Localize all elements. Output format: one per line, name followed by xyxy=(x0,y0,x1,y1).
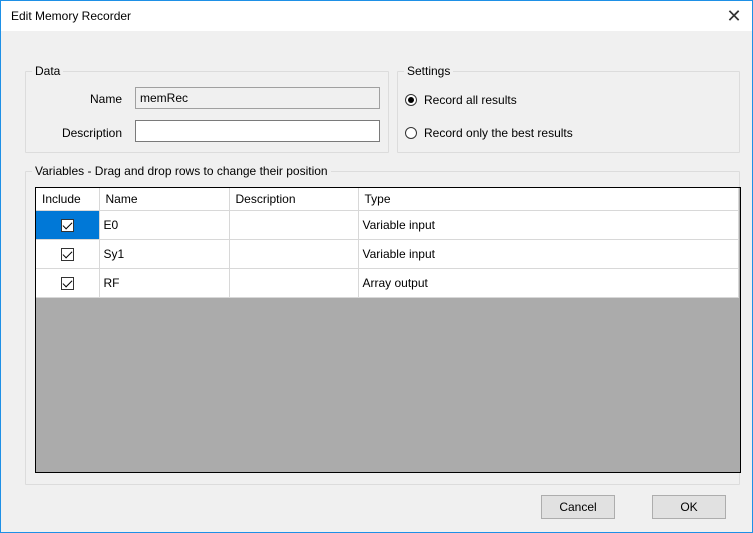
radio-record-best[interactable]: Record only the best results xyxy=(405,126,573,140)
settings-group: Settings xyxy=(397,64,740,153)
include-cell[interactable] xyxy=(36,210,100,240)
type-cell[interactable]: Variable input xyxy=(358,239,739,269)
column-header-description[interactable]: Description xyxy=(229,188,359,211)
variables-group-legend: Variables - Drag and drop rows to change… xyxy=(32,164,331,178)
radio-button-unselected[interactable] xyxy=(405,127,417,139)
cancel-button[interactable]: Cancel xyxy=(541,495,615,519)
checkbox-checked-icon[interactable] xyxy=(60,277,74,291)
title-bar: Edit Memory Recorder ✕ xyxy=(1,1,752,31)
include-cell[interactable] xyxy=(36,268,100,298)
radio-record-all[interactable]: Record all results xyxy=(405,93,517,107)
description-cell[interactable] xyxy=(229,239,359,269)
close-icon: ✕ xyxy=(726,5,742,26)
table-row[interactable]: Sy1 Variable input xyxy=(36,239,739,269)
settings-group-legend: Settings xyxy=(404,64,454,78)
checkbox-checked-icon[interactable] xyxy=(60,219,74,233)
variables-table: Include Name Description Type E0 Variabl… xyxy=(36,188,739,298)
variables-grid[interactable]: Include Name Description Type E0 Variabl… xyxy=(35,187,741,473)
name-field[interactable] xyxy=(135,87,380,109)
window-title: Edit Memory Recorder xyxy=(11,9,132,23)
column-header-include[interactable]: Include xyxy=(36,188,100,211)
table-row[interactable]: RF Array output xyxy=(36,268,739,298)
radio-button-selected[interactable] xyxy=(405,94,417,106)
type-cell[interactable]: Array output xyxy=(358,268,739,298)
name-cell[interactable]: RF xyxy=(99,268,230,298)
table-row[interactable]: E0 Variable input xyxy=(36,210,739,240)
description-field[interactable] xyxy=(135,120,380,142)
close-button[interactable]: ✕ xyxy=(716,1,752,31)
type-cell[interactable]: Variable input xyxy=(358,210,739,240)
column-header-type[interactable]: Type xyxy=(358,188,739,211)
data-group-legend: Data xyxy=(32,64,64,78)
header-row: Include Name Description Type xyxy=(36,188,739,211)
description-cell[interactable] xyxy=(229,210,359,240)
column-header-name[interactable]: Name xyxy=(99,188,230,211)
name-label: Name xyxy=(89,92,122,106)
description-label: Description xyxy=(61,126,122,140)
ok-button[interactable]: OK xyxy=(652,495,726,519)
checkbox-checked-icon[interactable] xyxy=(60,248,74,262)
radio-record-all-label: Record all results xyxy=(424,93,517,107)
include-cell[interactable] xyxy=(36,239,100,269)
radio-record-best-label: Record only the best results xyxy=(424,126,573,140)
name-cell[interactable]: Sy1 xyxy=(99,239,230,269)
edit-memory-recorder-dialog: Edit Memory Recorder ✕ Data Name Descrip… xyxy=(0,0,753,533)
name-cell[interactable]: E0 xyxy=(99,210,230,240)
description-cell[interactable] xyxy=(229,268,359,298)
